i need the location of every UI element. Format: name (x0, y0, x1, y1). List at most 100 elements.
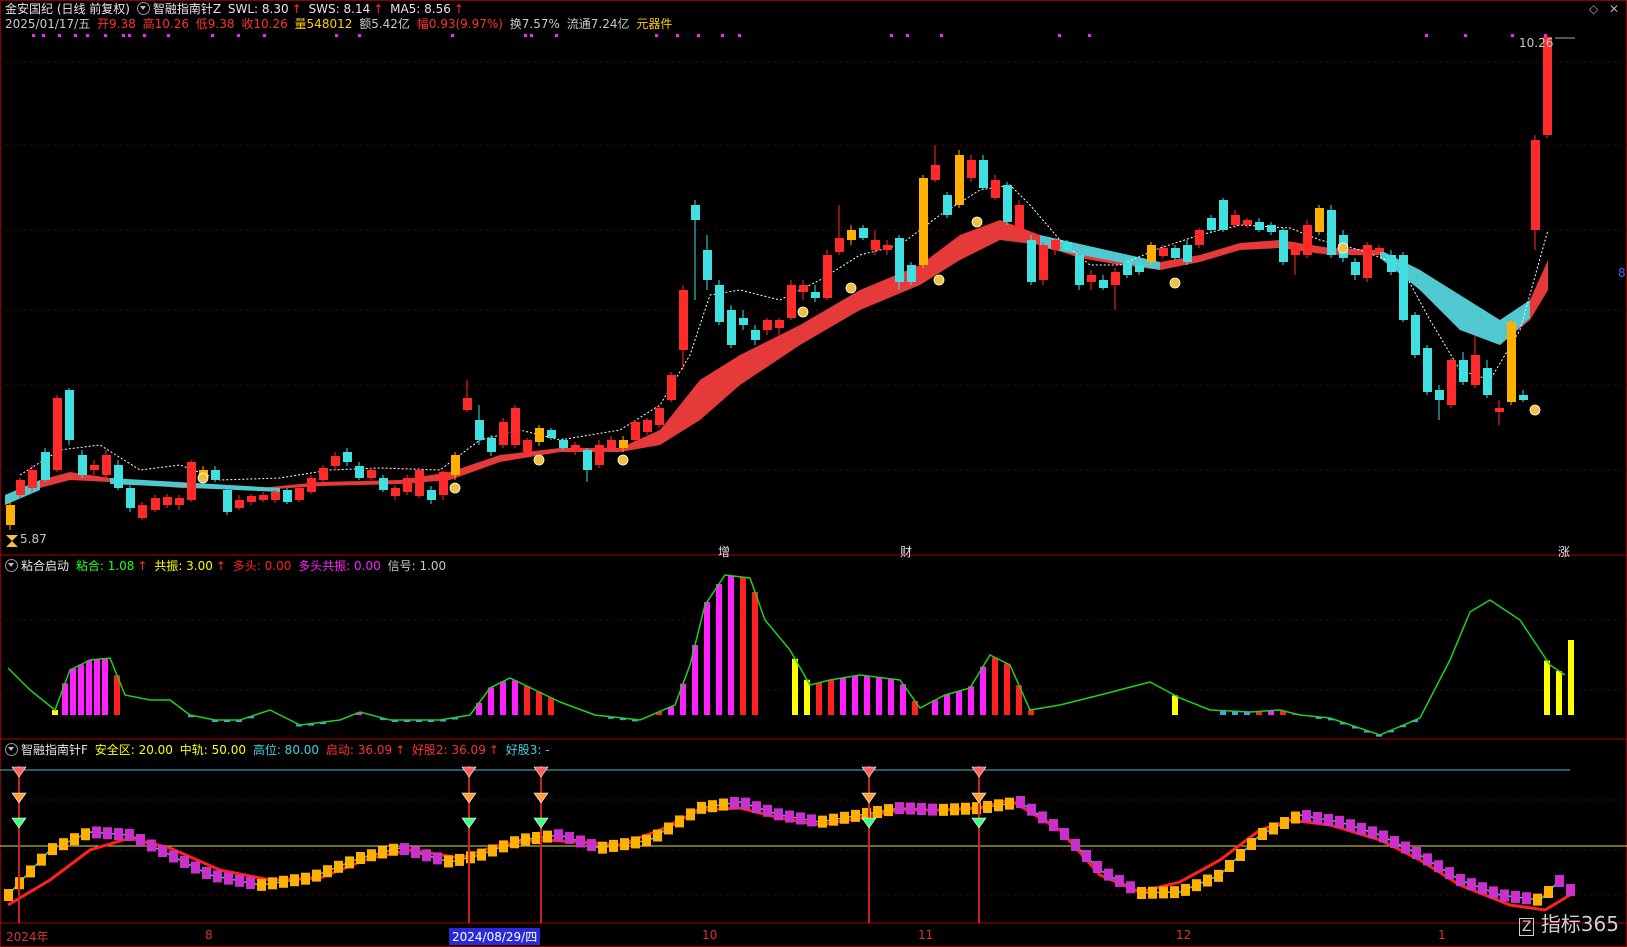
histogram-bar (78, 664, 84, 715)
step-bar (191, 861, 200, 874)
event-mark-zhang[interactable]: 涨 (1558, 543, 1570, 560)
candle-body (259, 495, 268, 500)
money-bag-icon (1529, 404, 1541, 416)
candle-body (1267, 225, 1276, 232)
nianhe-arrow-icon: ↑ (137, 559, 148, 573)
xaxis-label-aug: 8 (205, 928, 213, 942)
diamond-icon (461, 766, 477, 778)
histogram-bar (728, 575, 734, 715)
candle-body (799, 285, 808, 292)
step-bar (466, 851, 475, 864)
histogram-bar (900, 684, 906, 715)
candle-body (1399, 255, 1408, 320)
step-bar (873, 806, 882, 819)
money-bag-icon (797, 306, 809, 318)
histogram-bar (968, 686, 974, 715)
side-scale-label: 8 (1618, 266, 1626, 280)
panel3-menu-icon[interactable] (5, 743, 18, 756)
step-bar (653, 829, 662, 842)
histogram-bar (740, 577, 746, 715)
candle-body (679, 290, 688, 350)
money-bag-icon (845, 282, 857, 294)
step-bar (587, 839, 596, 852)
step-bar (895, 802, 904, 815)
candle-body (703, 250, 712, 280)
panel2-menu-icon[interactable] (5, 559, 18, 572)
indicator-name[interactable]: 智融指南针Z (153, 2, 221, 16)
close-icon[interactable]: ✕ (1609, 2, 1619, 16)
candle-body (175, 498, 184, 505)
candle-body (343, 452, 352, 462)
step-bar (1445, 867, 1454, 880)
step-bar (1335, 815, 1344, 828)
candle-body (1387, 255, 1396, 272)
histogram-bar (932, 700, 938, 715)
step-bar (136, 834, 145, 846)
signal-dot (655, 34, 658, 37)
step-bar (1489, 886, 1498, 899)
step-bar (1522, 892, 1531, 905)
step-bar (180, 856, 189, 868)
histogram-bar (70, 668, 76, 715)
candle-body (1039, 245, 1048, 280)
histogram-bar (86, 660, 92, 715)
candle-body (463, 398, 472, 410)
candle-body (1315, 208, 1324, 232)
chart-canvas[interactable] (0, 0, 1627, 947)
histogram-bar (828, 679, 834, 715)
candle-body (1063, 242, 1072, 250)
signal-dot (143, 34, 146, 37)
diamond-icon (11, 766, 27, 778)
candle-body (1099, 280, 1108, 288)
candle-body (138, 505, 147, 518)
stock-title[interactable]: 金安国纪 (日线 前复权) (5, 2, 130, 16)
step-bar (1313, 811, 1322, 824)
candle-body (1135, 265, 1144, 272)
candle-body (1003, 185, 1012, 222)
diamond-icon (461, 792, 477, 804)
quote-change: 幅0.93(9.97%) (416, 17, 503, 31)
step-bar (532, 832, 541, 844)
event-mark-cai[interactable]: 财 (900, 543, 912, 560)
indicator-menu-icon[interactable] (136, 2, 150, 15)
candle-body (403, 478, 412, 492)
signal-dot (1088, 34, 1091, 37)
swl-value: SWL: 8.30 (227, 2, 289, 16)
candle-body (28, 470, 37, 488)
candle-body (1015, 205, 1024, 230)
quote-sector[interactable]: 元器件 (636, 17, 672, 31)
candle-body (6, 505, 15, 525)
panel3-title[interactable]: 智融指南针F (21, 743, 88, 757)
panel2-title[interactable]: 粘合启动 (21, 559, 69, 573)
diamond-icon (533, 792, 549, 804)
high-price-label: 10.26 (1519, 36, 1554, 50)
event-mark-zeng[interactable]: 增 (718, 543, 730, 560)
step-bar (455, 853, 464, 866)
histogram-bar (716, 584, 722, 715)
candle-body (1459, 360, 1468, 382)
step-bar (631, 836, 640, 849)
diamond-icon (461, 817, 477, 829)
candle-body (126, 488, 135, 508)
candle-body (451, 455, 460, 475)
panel3-high: 高位: 80.00 (252, 743, 320, 757)
panel3-good3: 好股3: - (505, 743, 550, 757)
histogram-bar (704, 602, 710, 715)
quote-date: 2025/01/17/五 (5, 17, 91, 31)
step-bar (1005, 797, 1014, 810)
signal-dot (1425, 34, 1428, 37)
diamond-icon (861, 792, 877, 804)
step-bar (554, 829, 563, 842)
step-bar (444, 855, 453, 868)
step-bar (235, 874, 244, 887)
step-bar (675, 815, 684, 828)
collapse-icon[interactable]: ◇ (1589, 2, 1598, 16)
signal-dot (42, 34, 45, 37)
candle-body (631, 422, 640, 440)
step-bar (543, 830, 552, 843)
step-bar (785, 810, 794, 823)
step-bar (752, 801, 761, 814)
signal-dot (58, 34, 61, 37)
step-bar (290, 874, 299, 887)
candle-body (1435, 390, 1444, 400)
